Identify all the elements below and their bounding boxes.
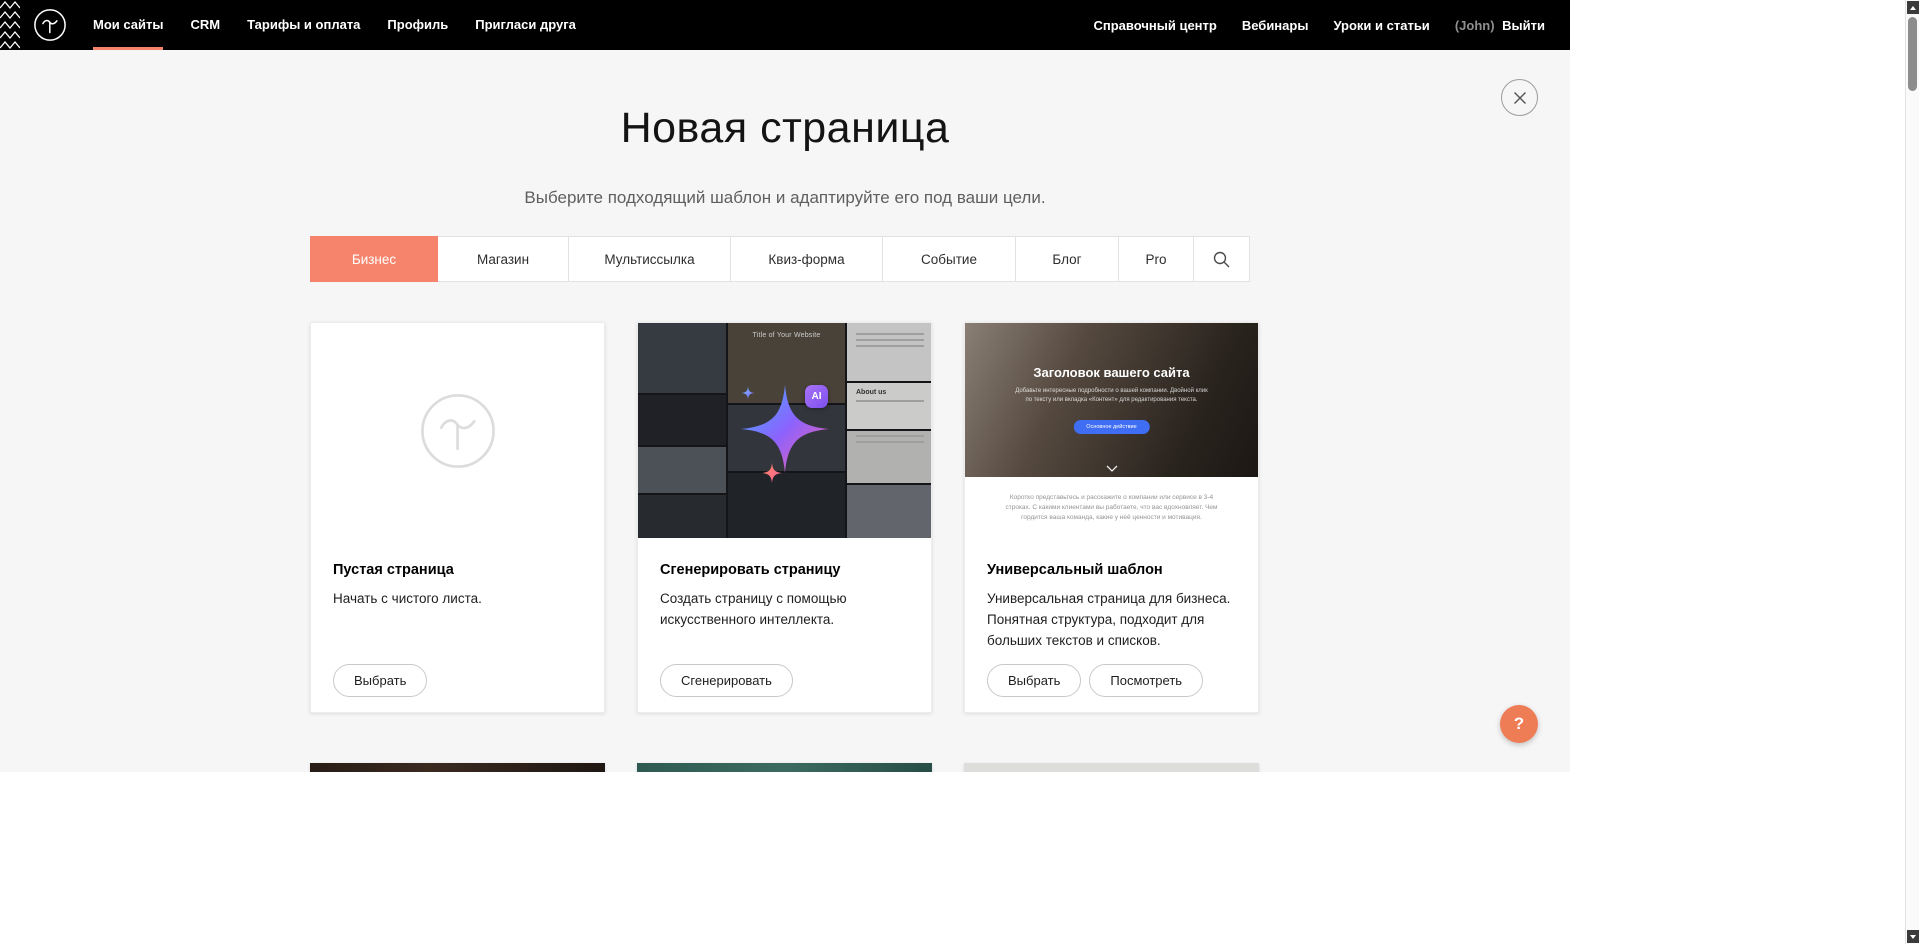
page-title: Новая страница xyxy=(0,104,1570,153)
tab-event[interactable]: Событие xyxy=(882,236,1016,282)
card-actions: Выбрать xyxy=(333,664,427,697)
tab-search[interactable] xyxy=(1193,236,1250,282)
tab-blog[interactable]: Блог xyxy=(1015,236,1119,282)
template-category-tabs: Бизнес Магазин Мультиссылка Квиз-форма С… xyxy=(310,236,1250,282)
card-body: Пустая страница Начать с чистого листа. xyxy=(311,538,604,610)
template-card-universal: Заголовок вашего сайта Добавьте интересн… xyxy=(964,322,1259,713)
browser-window: Мои сайты CRM Тарифы и оплата Профиль Пр… xyxy=(0,0,1570,772)
ai-sparkle-small-icon xyxy=(761,462,783,484)
zigzag-pattern-icon xyxy=(0,0,20,50)
tab-business[interactable]: Бизнес xyxy=(310,236,438,282)
template-hero-heading: Заголовок вашего сайта xyxy=(965,365,1258,380)
search-icon xyxy=(1213,251,1230,268)
view-template-button[interactable]: Посмотреть xyxy=(1089,664,1203,697)
scrollbar-thumb[interactable] xyxy=(1908,17,1917,91)
secondary-navigation: Справочный центр Вебинары Уроки и статьи… xyxy=(1069,18,1571,33)
universal-template-preview[interactable]: Заголовок вашего сайта Добавьте интересн… xyxy=(965,323,1258,538)
close-icon xyxy=(1513,91,1527,105)
tab-pro[interactable]: Pro xyxy=(1118,236,1194,282)
help-button[interactable]: ? xyxy=(1500,705,1538,743)
top-navbar: Мои сайты CRM Тарифы и оплата Профиль Пр… xyxy=(0,0,1570,50)
arrow-up-icon xyxy=(1910,6,1916,10)
template-card-partial[interactable] xyxy=(964,763,1259,772)
user-account: (John) Выйти xyxy=(1455,18,1545,33)
nav-lessons[interactable]: Уроки и статьи xyxy=(1333,18,1429,33)
template-body-text: Коротко представьтесь и расскажите о ком… xyxy=(965,477,1258,522)
ai-badge: AI xyxy=(805,385,828,408)
nav-help-center[interactable]: Справочный центр xyxy=(1094,18,1217,33)
scrollbar-up-button[interactable] xyxy=(1907,1,1919,14)
template-hero-caption: Добавьте интересные подробности о вашей … xyxy=(1013,387,1211,405)
tab-store[interactable]: Магазин xyxy=(437,236,569,282)
select-template-button[interactable]: Выбрать xyxy=(987,664,1081,697)
nav-webinars[interactable]: Вебинары xyxy=(1242,18,1309,33)
card-title: Универсальный шаблон xyxy=(987,562,1236,578)
card-body: Универсальный шаблон Универсальная стран… xyxy=(965,538,1258,652)
ai-generate-preview[interactable]: Title of Your Website About us xyxy=(638,323,931,538)
card-actions: Выбрать Посмотреть xyxy=(987,664,1203,697)
card-actions: Сгенерировать xyxy=(660,664,793,697)
template-hero-image: Заголовок вашего сайта Добавьте интересн… xyxy=(965,323,1258,477)
template-hero-cta-button: Основное действие xyxy=(1073,420,1149,434)
card-title: Пустая страница xyxy=(333,562,582,578)
select-blank-button[interactable]: Выбрать xyxy=(333,664,427,697)
nav-crm[interactable]: CRM xyxy=(190,0,220,50)
tab-quiz-form[interactable]: Квиз-форма xyxy=(730,236,883,282)
generate-button[interactable]: Сгенерировать xyxy=(660,664,793,697)
tilda-logo-icon[interactable] xyxy=(33,8,67,42)
template-cards-grid-row2 xyxy=(310,763,1259,772)
nav-tariffs[interactable]: Тарифы и оплата xyxy=(247,0,360,50)
logout-link[interactable]: Выйти xyxy=(1502,18,1545,33)
user-name: (John) xyxy=(1455,18,1495,33)
chevron-down-icon xyxy=(1106,465,1118,472)
template-card-partial[interactable] xyxy=(637,763,932,772)
blank-page-preview[interactable] xyxy=(311,323,604,538)
template-card-ai-generate: Title of Your Website About us xyxy=(637,322,932,713)
template-cards-grid: Пустая страница Начать с чистого листа. … xyxy=(310,322,1259,713)
card-description: Универсальная страница для бизнеса. Поня… xyxy=(987,589,1236,652)
card-body: Сгенерировать страницу Создать страницу … xyxy=(638,538,931,631)
tab-multilink[interactable]: Мультиссылка xyxy=(568,236,731,282)
card-description: Создать страницу с помощью искусственног… xyxy=(660,589,909,631)
ai-sparkle-tiny-icon xyxy=(741,386,755,400)
nav-my-sites[interactable]: Мои сайты xyxy=(93,0,163,50)
card-description: Начать с чистого листа. xyxy=(333,589,582,610)
nav-invite-friend[interactable]: Пригласи друга xyxy=(475,0,576,50)
main-navigation: Мои сайты CRM Тарифы и оплата Профиль Пр… xyxy=(93,0,603,50)
tilda-watermark-icon xyxy=(418,391,498,471)
template-card-partial[interactable] xyxy=(310,763,605,772)
page-subtitle: Выберите подходящий шаблон и адаптируйте… xyxy=(0,188,1570,208)
ai-sparkles-layer: AI xyxy=(638,323,931,538)
template-card-blank: Пустая страница Начать с чистого листа. … xyxy=(310,322,605,713)
nav-profile[interactable]: Профиль xyxy=(387,0,448,50)
card-title: Сгенерировать страницу xyxy=(660,562,909,578)
arrow-down-icon xyxy=(1910,935,1916,939)
viewer-scrollbar[interactable] xyxy=(1905,0,1919,944)
scrollbar-down-button[interactable] xyxy=(1907,930,1919,943)
